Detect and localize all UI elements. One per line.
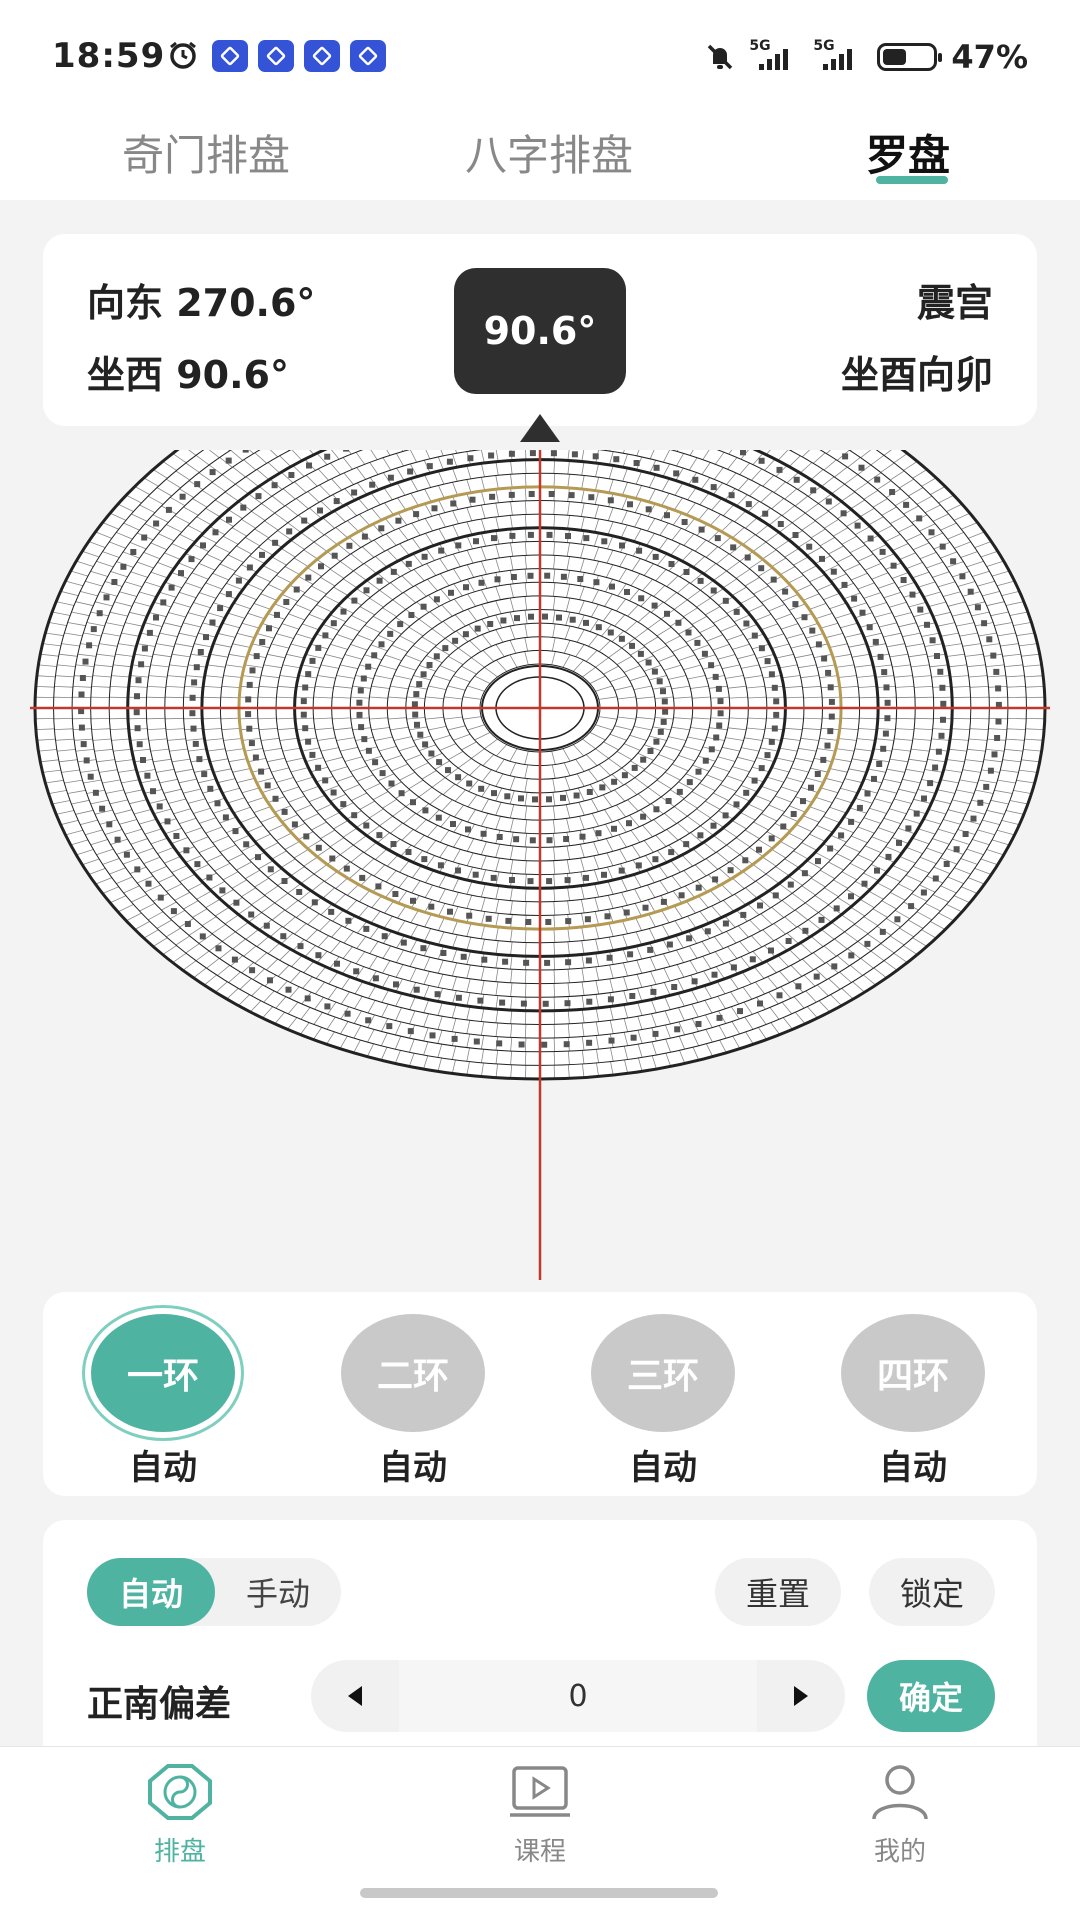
ring-1-button[interactable]: 一环 — [91, 1314, 235, 1432]
deviation-label: 正南偏差 — [87, 1684, 232, 1725]
triangle-left-icon — [348, 1686, 362, 1706]
ring-2-button[interactable]: 二环 — [341, 1314, 485, 1432]
reading-card: 向东 270.6° 坐西 90.6° 90.6° 震宫 坐酉向卯 — [43, 234, 1037, 426]
deviation-value[interactable]: 0 — [399, 1660, 757, 1732]
nav-paipan[interactable]: 排盘 — [120, 1763, 240, 1868]
alarm-icon — [170, 41, 196, 69]
bagua-icon — [148, 1764, 212, 1820]
ring-2-mode: 自动 — [379, 1448, 447, 1488]
ring-1-mode: 自动 — [129, 1448, 197, 1488]
increment-button[interactable] — [757, 1660, 845, 1732]
ring-4-button[interactable]: 四环 — [841, 1314, 985, 1432]
control-panel: 自动 手动 重置 锁定 正南偏差 0 确定 — [43, 1520, 1037, 1760]
ring-4-mode: 自动 — [879, 1448, 947, 1488]
top-tabs: 奇门排盘 八字排盘 罗盘 — [0, 110, 1080, 200]
reset-button[interactable]: 重置 — [715, 1558, 841, 1626]
tab-compass[interactable]: 罗盘 — [866, 122, 950, 183]
battery-icon — [877, 43, 943, 71]
ring-3-mode: 自动 — [629, 1448, 697, 1488]
confirm-button[interactable]: 确定 — [867, 1660, 995, 1732]
nav-paipan-label: 排盘 — [153, 1837, 206, 1867]
deviation-stepper: 0 — [311, 1660, 845, 1732]
orientation-reading: 坐酉向卯 — [840, 353, 993, 397]
app-icon — [258, 40, 294, 72]
lock-button[interactable]: 锁定 — [869, 1558, 995, 1626]
app-icon — [304, 40, 340, 72]
video-course-icon — [510, 1766, 570, 1817]
user-icon — [872, 1765, 928, 1820]
mode-toggle: 自动 手动 — [87, 1558, 341, 1626]
tab-bazi[interactable]: 八字排盘 — [465, 122, 633, 183]
sitting-reading: 坐西 90.6° — [87, 353, 289, 397]
facing-reading: 向东 270.6° — [87, 281, 316, 325]
nav-course-label: 课程 — [513, 1837, 566, 1867]
decrement-button[interactable] — [311, 1660, 399, 1732]
compass-pointer-icon — [520, 414, 560, 442]
degree-badge: 90.6° — [454, 268, 626, 394]
palace-reading: 震宫 — [916, 281, 993, 325]
auto-mode-button[interactable]: 自动 — [87, 1558, 215, 1626]
signal-5g-icon: 5G — [749, 38, 799, 74]
manual-mode-button[interactable]: 手动 — [215, 1558, 341, 1626]
nav-course[interactable]: 课程 — [480, 1763, 600, 1868]
home-indicator — [360, 1888, 718, 1898]
tab-indicator — [876, 176, 948, 184]
nav-mine-label: 我的 — [873, 1837, 926, 1867]
ring-3-button[interactable]: 三环 — [591, 1314, 735, 1432]
signal-5g-icon: 5G — [813, 38, 863, 74]
app-icon — [350, 40, 386, 72]
battery-percent: 47% — [951, 38, 1028, 76]
tab-qimen[interactable]: 奇门排盘 — [122, 122, 290, 183]
status-bar: 18:59 5G 5G 47% — [0, 0, 1080, 110]
ring-selector: 一环 二环 三环 四环 自动 自动 自动 自动 — [43, 1292, 1037, 1496]
luopan-compass[interactable] — [30, 450, 1050, 1280]
mute-icon — [708, 44, 733, 70]
app-icon — [212, 40, 248, 72]
status-time: 18:59 — [52, 36, 166, 76]
triangle-right-icon — [794, 1686, 808, 1706]
nav-mine[interactable]: 我的 — [840, 1763, 960, 1868]
